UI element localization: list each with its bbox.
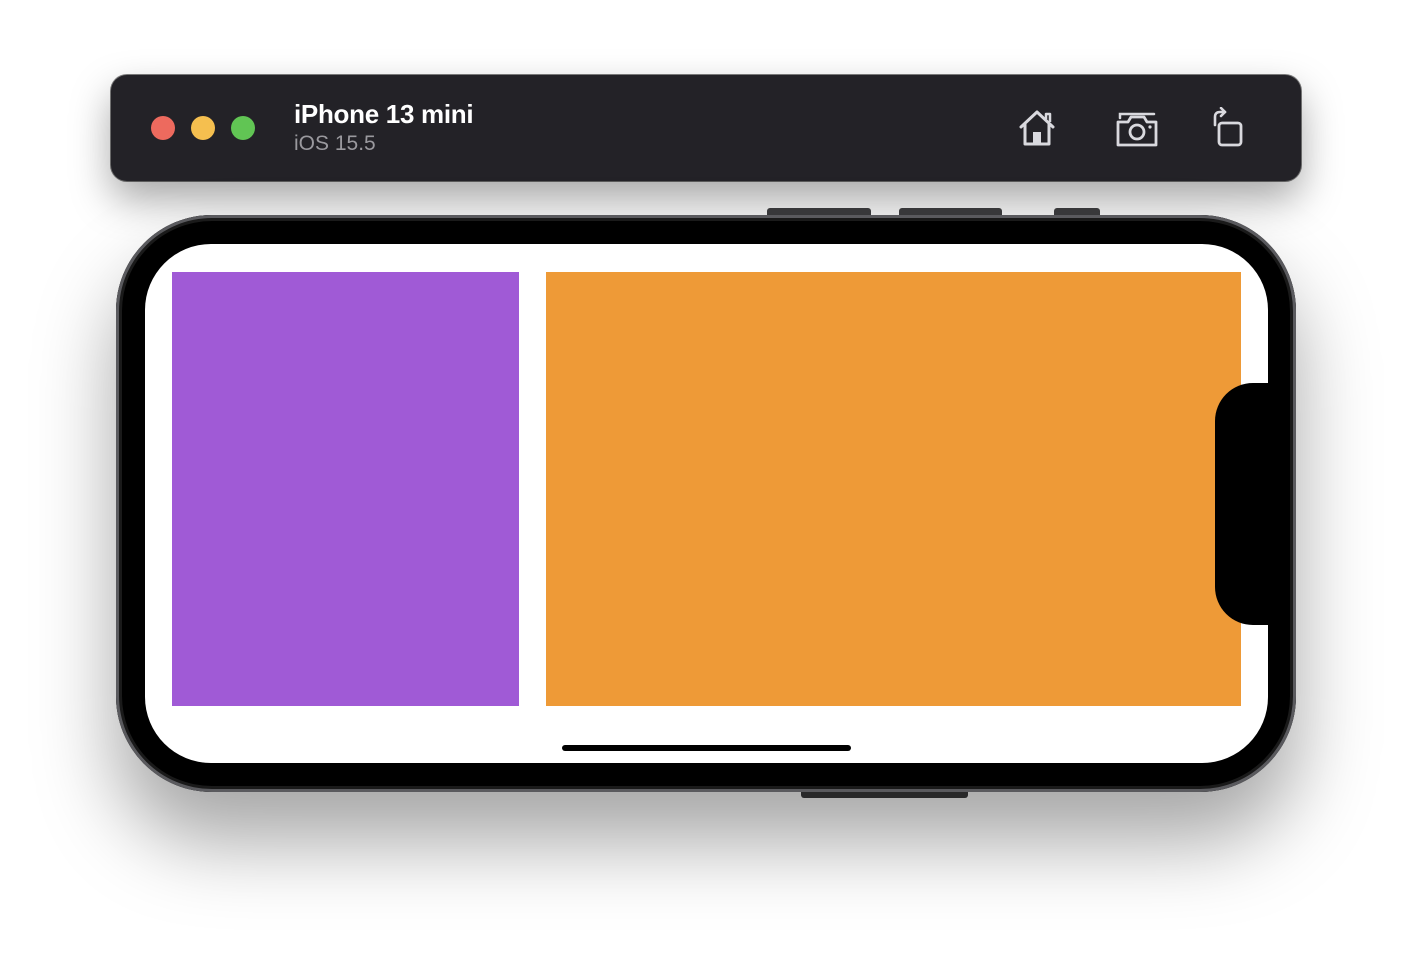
home-indicator[interactable] xyxy=(562,745,851,751)
purple-panel xyxy=(172,272,519,706)
rotate-button[interactable] xyxy=(1203,105,1251,151)
simulator-title-bar: iPhone 13 mini iOS 15.5 xyxy=(111,75,1301,181)
minimize-window-button[interactable] xyxy=(191,116,215,140)
simulator-stage: iPhone 13 mini iOS 15.5 xyxy=(0,0,1412,956)
device-title: iPhone 13 mini iOS 15.5 xyxy=(294,99,474,157)
device-name: iPhone 13 mini xyxy=(294,99,474,129)
camera-icon xyxy=(1116,112,1158,147)
zoom-window-button[interactable] xyxy=(231,116,255,140)
orange-panel xyxy=(546,272,1241,706)
os-version: iOS 15.5 xyxy=(294,132,376,155)
home-button[interactable] xyxy=(1013,105,1061,151)
home-icon xyxy=(1019,110,1055,146)
close-window-button[interactable] xyxy=(151,116,175,140)
rotate-icon xyxy=(1213,107,1243,147)
screenshot-button[interactable] xyxy=(1113,105,1161,151)
camera-notch xyxy=(1215,383,1275,625)
